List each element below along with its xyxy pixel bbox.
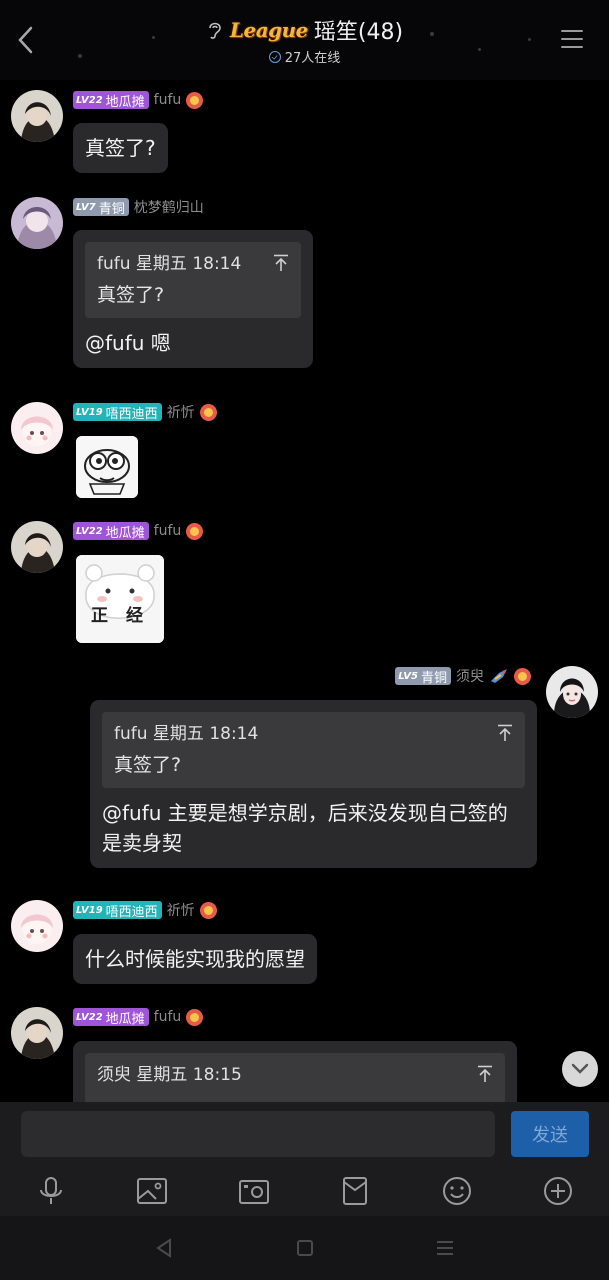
nav-home-icon[interactable] <box>293 1236 317 1260</box>
quoted-message[interactable]: 须臾 星期五 18:15 <box>85 1053 505 1102</box>
level-badge: LV22 地瓜摊 <box>73 522 149 541</box>
username[interactable]: fufu <box>154 92 182 108</box>
composer-toolbar <box>0 1166 609 1216</box>
pepe-face-sticker[interactable] <box>76 436 138 498</box>
reply-bubble[interactable]: fufu 星期五 18:14 真签了? @fufu 主要是想学京剧，后来没发现自… <box>90 700 537 868</box>
avatar[interactable] <box>11 1007 63 1059</box>
check-circle-icon <box>268 50 281 63</box>
level-badge: LV5 青铜 <box>395 667 451 686</box>
quoted-message[interactable]: fufu 星期五 18:14 真签了? <box>102 712 525 788</box>
system-nav-bar <box>0 1216 609 1280</box>
message-input[interactable] <box>21 1111 495 1157</box>
ear-icon[interactable] <box>206 20 224 40</box>
avatar[interactable] <box>11 197 63 249</box>
level-badge: LV22 地瓜摊 <box>73 1008 149 1027</box>
message-bubble[interactable]: 什么时候能实现我的愿望 <box>73 934 317 984</box>
chat-screen: League 瑶笙(48) 27人在线 LV22 地瓜摊 fufu 真签了? L… <box>0 0 609 1280</box>
flower-icon <box>186 91 204 109</box>
online-count: 27人在线 <box>0 47 609 66</box>
level-badge: LV19 唔西迪西 <box>73 403 162 422</box>
jump-to-top-icon[interactable] <box>497 724 513 742</box>
avatar[interactable] <box>11 90 63 142</box>
plus-icon[interactable] <box>541 1174 575 1208</box>
flower-icon <box>186 1008 204 1026</box>
username[interactable]: 祈忻 <box>167 900 195 920</box>
chat-header: League 瑶笙(48) 27人在线 <box>0 0 609 80</box>
level-badge: LV7 青铜 <box>73 198 129 217</box>
message-bubble[interactable]: 真签了? <box>73 123 168 173</box>
reply-bubble[interactable]: fufu 星期五 18:14 真签了? @fufu 嗯 <box>73 230 313 368</box>
level-badge: LV22 地瓜摊 <box>73 91 149 110</box>
level-badge: LV19 唔西迪西 <box>73 901 162 920</box>
flower-icon <box>514 667 531 685</box>
sticker-caption: 正 经 <box>91 606 149 626</box>
bear-sticker[interactable]: 正 经 <box>76 555 164 643</box>
username[interactable]: fufu <box>154 1009 182 1025</box>
league-logo: League <box>229 18 309 42</box>
menu-icon <box>561 30 583 32</box>
chevron-down-icon <box>571 1063 589 1074</box>
image-icon[interactable] <box>135 1174 169 1208</box>
username[interactable]: 须臾 <box>456 666 484 686</box>
quoted-message[interactable]: fufu 星期五 18:14 真签了? <box>85 242 301 318</box>
jump-to-top-icon[interactable] <box>477 1065 493 1083</box>
scroll-to-bottom-button[interactable] <box>562 1051 598 1087</box>
red-packet-icon[interactable] <box>338 1174 372 1208</box>
menu-button[interactable] <box>561 22 595 56</box>
avatar[interactable] <box>11 900 63 952</box>
username[interactable]: fufu <box>154 523 182 539</box>
title-block: League 瑶笙(48) 27人在线 <box>0 14 609 66</box>
flower-icon <box>186 522 204 540</box>
reply-bubble[interactable]: 须臾 星期五 18:15 <box>73 1041 517 1102</box>
avatar[interactable] <box>546 666 598 718</box>
channel-title[interactable]: 瑶笙(48) <box>314 14 403 46</box>
flower-icon <box>199 901 217 919</box>
avatar[interactable] <box>11 402 63 454</box>
avatar[interactable] <box>11 521 63 573</box>
flower-icon <box>199 403 217 421</box>
nav-recents-icon[interactable] <box>433 1236 457 1260</box>
microphone-icon[interactable] <box>34 1174 68 1208</box>
camera-icon[interactable] <box>237 1174 271 1208</box>
username[interactable]: 枕梦鹤归山 <box>134 197 204 217</box>
message-list[interactable]: LV22 地瓜摊 fufu 真签了? LV7 青铜 枕梦鹤归山 fufu 星期五 1… <box>0 80 609 1102</box>
composer: 发送 <box>0 1102 609 1166</box>
bird-icon <box>491 669 507 683</box>
username[interactable]: 祈忻 <box>167 402 195 422</box>
nav-back-icon[interactable] <box>152 1236 176 1260</box>
send-button[interactable]: 发送 <box>511 1111 589 1157</box>
emoji-icon[interactable] <box>440 1174 474 1208</box>
jump-to-top-icon[interactable] <box>273 254 289 272</box>
